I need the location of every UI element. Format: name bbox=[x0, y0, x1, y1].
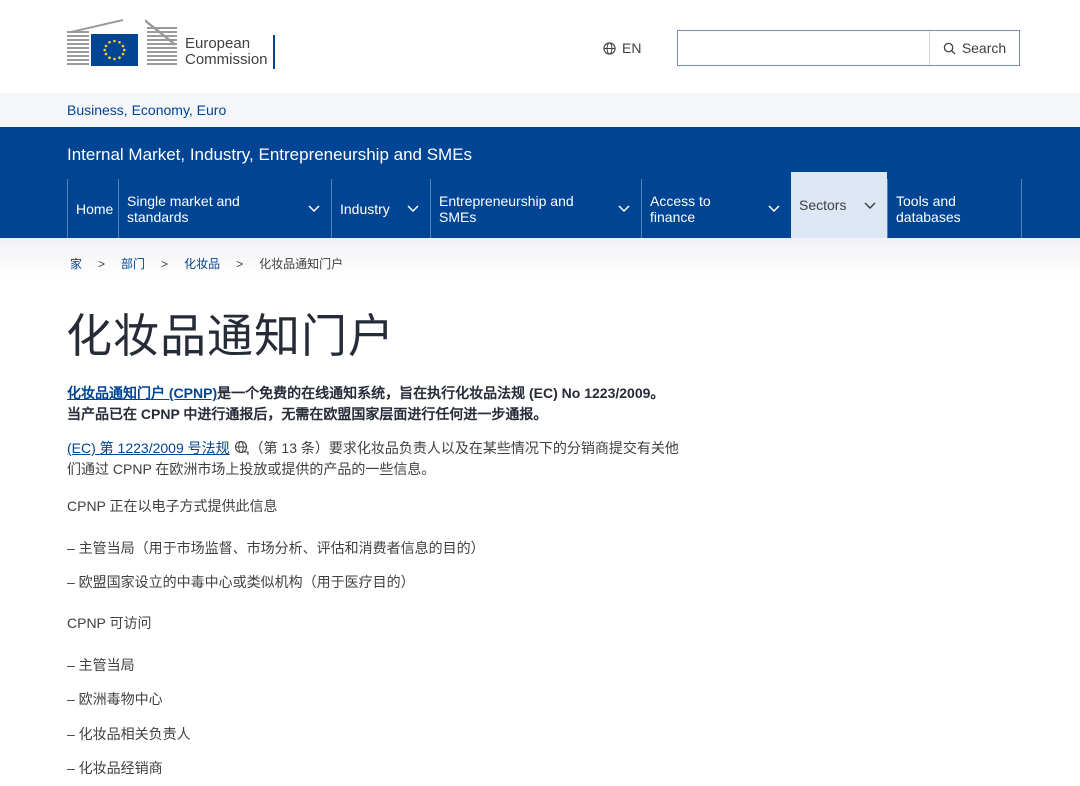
logo-line-2: Commission bbox=[185, 51, 268, 68]
breadcrumb-link-home[interactable]: 家 bbox=[70, 255, 82, 272]
regulation-link[interactable]: (EC) 第 1223/2009 号法规 bbox=[67, 440, 230, 456]
logo-wordmark: European Commission bbox=[185, 36, 268, 68]
chevron-down-icon bbox=[864, 202, 876, 210]
list-item: – 化妆品经销商 bbox=[67, 760, 163, 776]
access-heading: CPNP 可访问 bbox=[67, 615, 152, 631]
chevron-right-icon: > bbox=[236, 256, 244, 271]
breadcrumb-link-departments[interactable]: 部门 bbox=[121, 255, 145, 272]
list-item: – 欧洲毒物中心 bbox=[67, 691, 163, 707]
commission-building-icon bbox=[67, 19, 177, 66]
language-code: EN bbox=[622, 40, 642, 56]
search-button-label: Search bbox=[961, 40, 1007, 56]
language-selector[interactable]: EN bbox=[603, 40, 641, 56]
chevron-down-icon bbox=[618, 205, 630, 213]
external-link-globe-icon bbox=[234, 440, 249, 455]
breadcrumb-link-cosmetics[interactable]: 化妆品 bbox=[184, 255, 220, 272]
chevron-down-icon bbox=[407, 205, 419, 213]
menu-item-label: Tools and databases bbox=[896, 192, 961, 225]
menu-item-label: Industry bbox=[340, 200, 390, 217]
menu-item-access-to-finance[interactable]: Access to finance bbox=[641, 179, 791, 238]
chevron-right-icon: > bbox=[98, 256, 106, 271]
breadcrumb: 家 > 部门 > 化妆品 > 化妆品通知门户 bbox=[70, 255, 343, 272]
search-icon bbox=[943, 42, 956, 55]
site-band: Business, Economy, Euro bbox=[0, 93, 1080, 127]
regulation-paragraph: (EC) 第 1223/2009 号法规 （第 13 条）要求化妆品负责人以及在… bbox=[67, 438, 682, 480]
logo-line-1: European bbox=[185, 35, 251, 52]
chevron-down-icon bbox=[308, 205, 320, 213]
logo-divider bbox=[273, 35, 275, 69]
page-title: 化妆品通知门户 bbox=[66, 310, 395, 362]
site-title[interactable]: Internal Market, Industry, Entrepreneurs… bbox=[67, 145, 472, 165]
list-item: – 欧盟国家设立的中毒中心或类似机构（用于医疗目的） bbox=[67, 574, 415, 590]
main-navigation: Internal Market, Industry, Entrepreneurs… bbox=[0, 127, 1080, 238]
menu-bar: Home Single market and standards Industr… bbox=[67, 172, 1022, 238]
menu-item-label: Sectors bbox=[799, 197, 847, 213]
globe-icon bbox=[603, 41, 616, 55]
provides-heading: CPNP 正在以电子方式提供此信息 bbox=[67, 498, 278, 514]
site-band-link[interactable]: Business, Economy, Euro bbox=[67, 102, 226, 118]
lead-paragraph: 化妆品通知门户 (CPNP)是一个免费的在线通知系统，旨在执行化妆品法规 (EC… bbox=[67, 383, 677, 425]
menu-item-label: Single market and standards bbox=[127, 192, 240, 225]
list-item: – 化妆品相关负责人 bbox=[67, 726, 191, 742]
menu-item-label: Entrepreneurship and SMEs bbox=[439, 192, 574, 225]
site-header: European Commission EN Search bbox=[0, 0, 1080, 94]
menu-item-label: Home bbox=[76, 200, 114, 217]
menu-item-entrepreneurship[interactable]: Entrepreneurship and SMEs bbox=[430, 179, 641, 238]
menu-item-sectors[interactable]: Sectors bbox=[791, 172, 887, 238]
list-item: – 主管当局 bbox=[67, 657, 135, 673]
european-commission-logo[interactable]: European Commission bbox=[67, 13, 287, 71]
menu-item-tools-databases[interactable]: Tools and databases bbox=[887, 179, 1022, 238]
menu-item-label: Access to finance bbox=[650, 192, 711, 225]
cpnp-link[interactable]: 化妆品通知门户 (CPNP) bbox=[67, 385, 217, 401]
chevron-down-icon bbox=[768, 205, 780, 213]
breadcrumb-current: 化妆品通知门户 bbox=[259, 257, 344, 271]
search-input[interactable]: Search bbox=[677, 30, 1020, 66]
list-item: – 主管当局（用于市场监督、市场分析、评估和消费者信息的目的） bbox=[67, 540, 485, 556]
menu-item-industry[interactable]: Industry bbox=[331, 179, 430, 238]
chevron-right-icon: > bbox=[161, 256, 169, 271]
menu-item-single-market[interactable]: Single market and standards bbox=[118, 179, 331, 238]
search-button[interactable]: Search bbox=[929, 31, 1019, 65]
menu-item-home[interactable]: Home bbox=[67, 179, 118, 238]
